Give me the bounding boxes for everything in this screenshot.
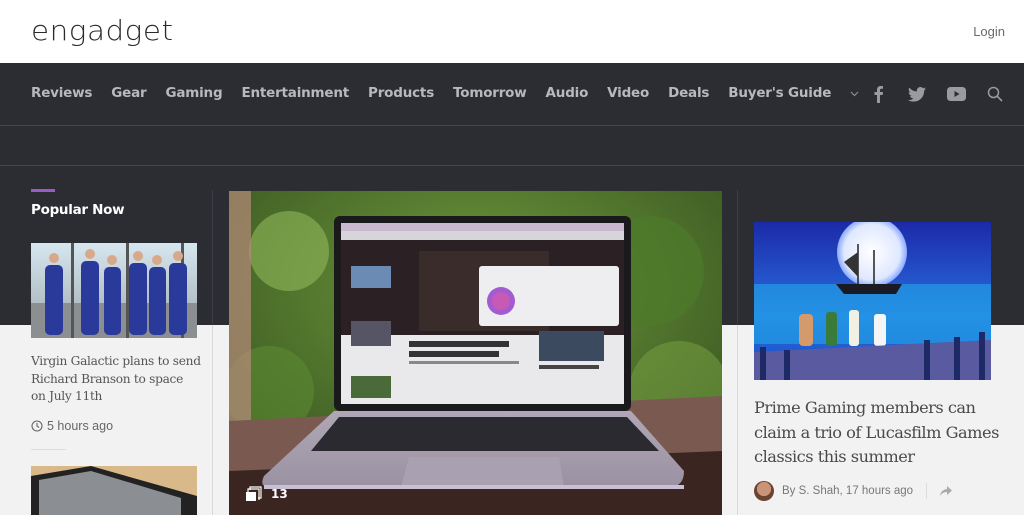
byline-text: By S. Shah, 17 hours ago <box>782 485 914 497</box>
popular-item-image[interactable] <box>31 466 197 515</box>
nav-item-entertainment[interactable]: Entertainment <box>241 85 349 101</box>
item-separator <box>31 449 66 450</box>
hero-story-image[interactable] <box>229 191 722 515</box>
main-nav: Reviews Gear Gaming Entertainment Produc… <box>0 63 1024 126</box>
column-divider <box>212 325 213 515</box>
right-story-headline[interactable]: Prime Gaming members can claim a trio of… <box>754 396 1004 470</box>
twitter-icon[interactable] <box>906 83 928 105</box>
gallery-count-badge[interactable]: 13 <box>245 486 288 502</box>
gallery-count: 13 <box>271 487 288 501</box>
right-story-byline: By S. Shah, 17 hours ago <box>754 481 953 501</box>
section-accent-bar <box>31 189 55 192</box>
column-divider <box>737 325 738 515</box>
nav-item-reviews[interactable]: Reviews <box>31 85 92 101</box>
facebook-icon[interactable] <box>867 83 889 105</box>
nav-item-gear[interactable]: Gear <box>111 85 146 101</box>
search-icon[interactable] <box>984 83 1006 105</box>
byline-divider <box>926 483 928 499</box>
timestamp-text: 5 hours ago <box>47 419 114 433</box>
nav-item-products[interactable]: Products <box>368 85 434 101</box>
clock-icon <box>31 420 43 432</box>
author-avatar[interactable] <box>754 481 774 501</box>
nav-item-audio[interactable]: Audio <box>546 85 589 101</box>
gallery-icon <box>245 486 263 502</box>
popular-now-heading: Popular Now <box>31 202 125 218</box>
right-story-image[interactable] <box>754 222 991 380</box>
engadget-logo[interactable]: engadget <box>31 16 174 46</box>
popular-item-image[interactable] <box>31 243 197 338</box>
nav-item-deals[interactable]: Deals <box>668 85 709 101</box>
sub-nav-bar <box>0 127 1024 166</box>
popular-item-headline[interactable]: Virgin Galactic plans to send Richard Br… <box>31 353 201 406</box>
youtube-icon[interactable] <box>945 83 967 105</box>
share-icon[interactable] <box>940 486 953 496</box>
nav-item-video[interactable]: Video <box>607 85 649 101</box>
popular-item-timestamp: 5 hours ago <box>31 419 113 433</box>
nav-item-gaming[interactable]: Gaming <box>165 85 222 101</box>
nav-item-buyers-guide[interactable]: Buyer's Guide <box>728 85 831 101</box>
top-header: engadget Login <box>0 0 1024 63</box>
login-link[interactable]: Login <box>973 24 1005 39</box>
nav-item-tomorrow[interactable]: Tomorrow <box>453 85 527 101</box>
